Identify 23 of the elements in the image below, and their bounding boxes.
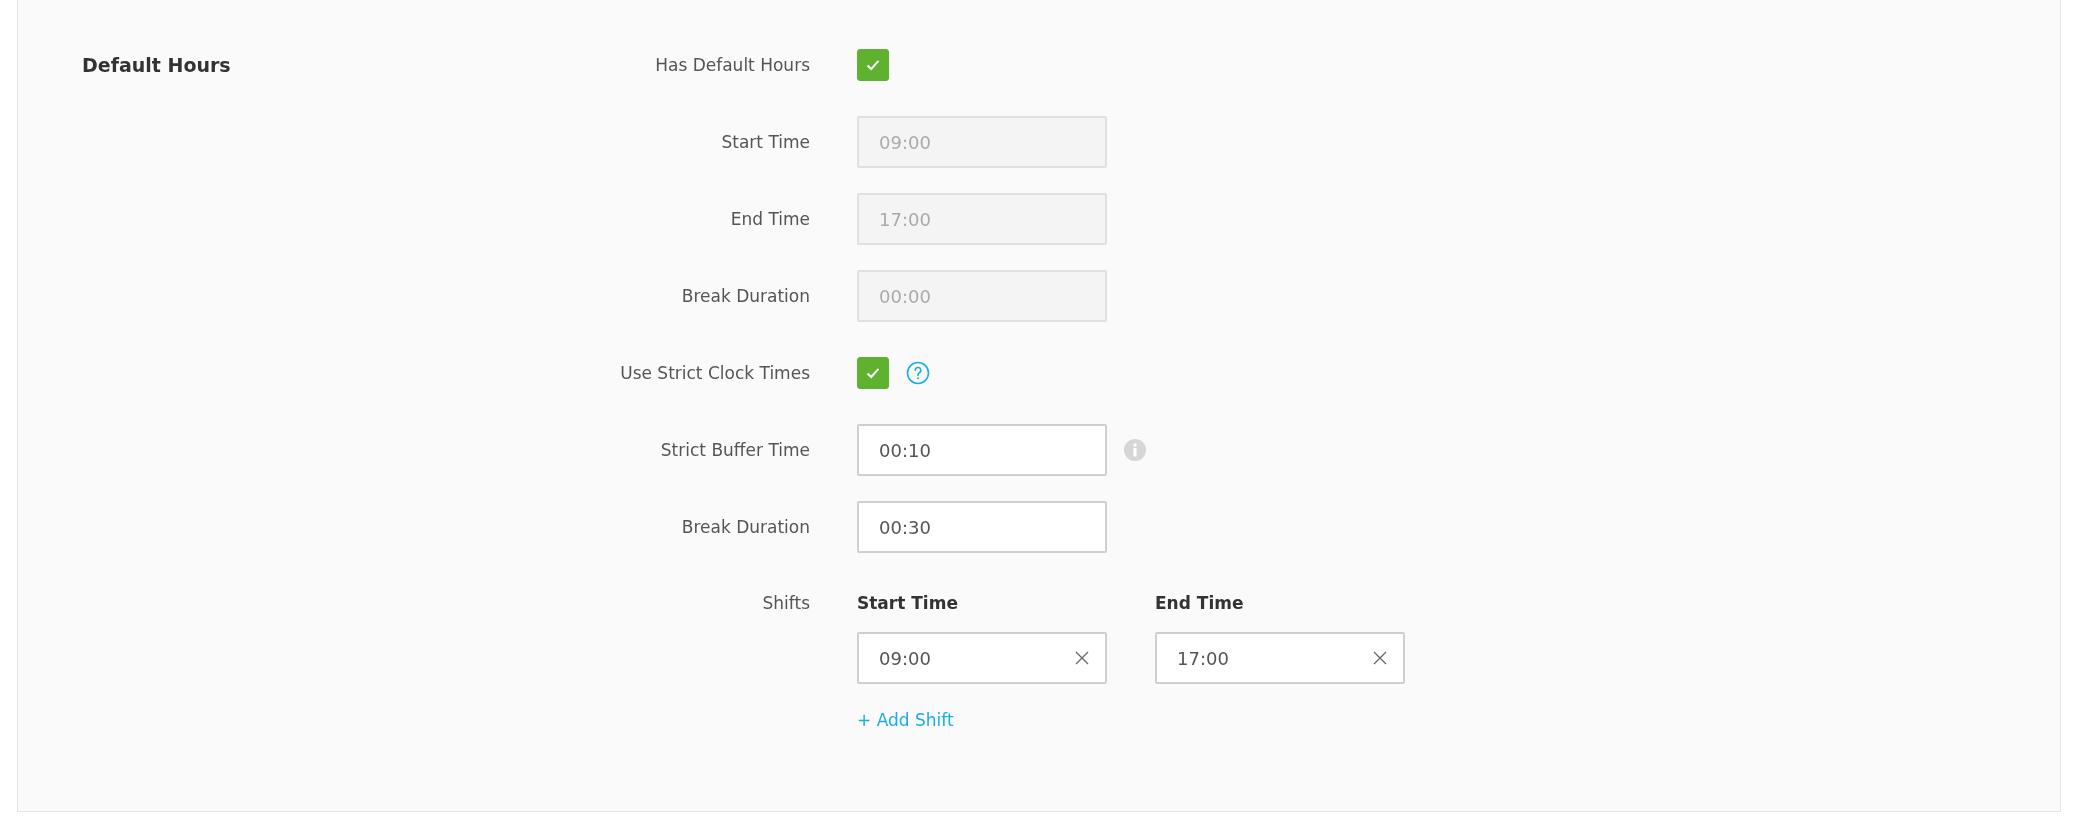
field-label: Shifts [762,592,810,615]
field-label: Use Strict Clock Times [620,363,810,383]
time-field[interactable]: 00:30 [857,501,1107,553]
field-label: Has Default Hours [655,55,810,75]
field-label: Break Duration [681,286,810,306]
clear-icon[interactable] [1073,649,1091,667]
field-label: Break Duration [681,517,810,537]
check-icon [866,367,880,379]
info-icon[interactable] [1124,439,1146,461]
section-title: Default Hours [82,53,232,78]
time-field[interactable]: 00:10 [857,424,1107,476]
column-header: End Time [1155,592,1245,615]
end-time-field[interactable]: 17:00 [1155,632,1405,684]
check-icon [866,59,880,71]
field-label: Strict Buffer Time [660,440,810,460]
clear-icon[interactable] [1371,649,1389,667]
checkbox[interactable] [857,49,889,81]
checkbox[interactable] [857,357,889,389]
start-time-field[interactable]: 09:00 [857,632,1107,684]
field-label: Start Time [721,132,810,152]
column-header: Start Time [857,592,959,615]
field-label: End Time [730,209,810,229]
help-icon[interactable] [906,361,930,385]
